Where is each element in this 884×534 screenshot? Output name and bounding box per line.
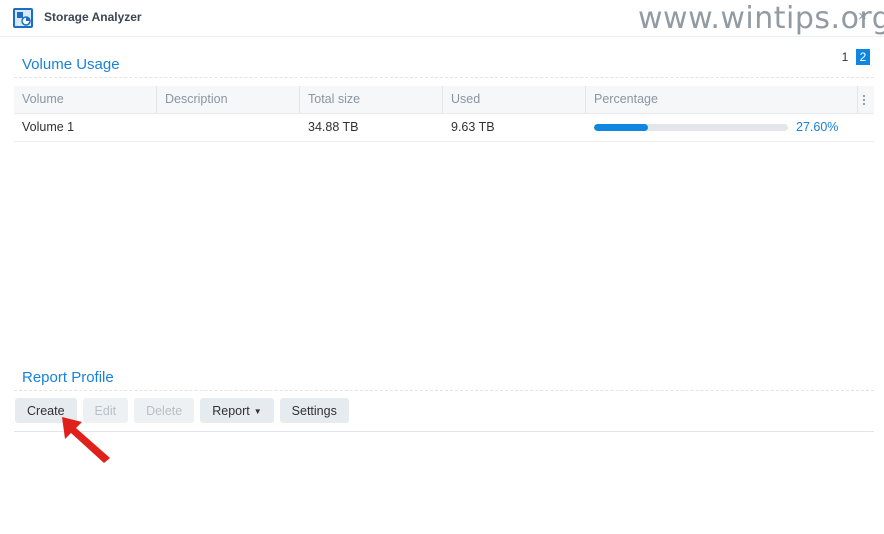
report-dropdown-button[interactable]: Report ▼ — [200, 398, 274, 423]
usage-progress-fill — [594, 123, 648, 131]
table-header: Volume Description Total size Used Perce… — [14, 86, 874, 114]
section-divider — [14, 77, 874, 78]
cell-used: 9.63 TB — [451, 120, 495, 134]
column-header-volume[interactable]: Volume — [14, 86, 157, 113]
pagination: 1 2 — [838, 49, 870, 65]
caret-down-icon: ▼ — [253, 406, 262, 416]
vertical-dots-icon[interactable] — [858, 86, 874, 113]
close-icon[interactable]: × — [858, 8, 867, 25]
watermark: www.wintips.org — [638, 1, 884, 36]
cell-volume: Volume 1 — [22, 120, 75, 134]
report-profile-title: Report Profile — [22, 369, 114, 386]
delete-button[interactable]: Delete — [134, 398, 195, 423]
report-button-label: Report — [212, 403, 250, 418]
cell-percentage: 27.60% — [586, 114, 858, 141]
cell-description — [157, 114, 300, 141]
page-2-button[interactable]: 2 — [856, 49, 870, 65]
toolbar-divider — [14, 431, 874, 432]
cell-total-size: 34.88 TB — [308, 120, 359, 134]
volume-usage-table: Volume Description Total size Used Perce… — [14, 86, 874, 142]
window-titlebar: Storage Analyzer www.wintips.org × — [0, 0, 884, 37]
volume-usage-title: Volume Usage — [22, 56, 120, 73]
page-1-button[interactable]: 1 — [838, 49, 852, 65]
column-header-percentage[interactable]: Percentage — [586, 86, 858, 113]
settings-button[interactable]: Settings — [279, 398, 349, 423]
column-header-description[interactable]: Description — [157, 86, 300, 113]
column-header-total-size[interactable]: Total size — [300, 86, 443, 113]
usage-progress-bar — [594, 123, 788, 131]
column-header-used[interactable]: Used — [443, 86, 586, 113]
section-divider — [14, 390, 874, 391]
app-title: Storage Analyzer — [44, 10, 142, 24]
red-arrow-pointer — [62, 417, 110, 463]
usage-percentage-label: 27.60% — [796, 120, 839, 134]
table-row[interactable]: Volume 1 34.88 TB 9.63 TB 27.60% — [14, 114, 874, 142]
storage-analyzer-icon — [13, 8, 33, 28]
